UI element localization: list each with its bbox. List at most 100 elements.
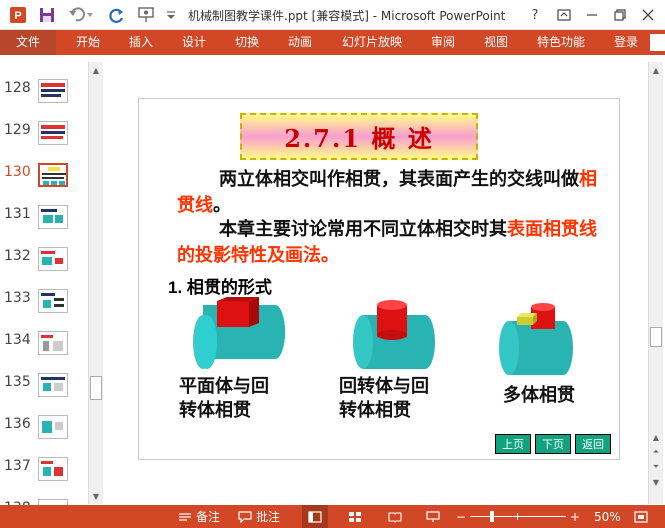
svg-text:P: P — [14, 10, 21, 22]
comments-label: 批注 — [256, 510, 281, 524]
tab-design[interactable]: 设计 — [182, 30, 206, 55]
window-title: 机械制图教学课件.ppt [兼容模式] - Microsoft PowerPoi… — [188, 9, 506, 23]
thumbnail-item[interactable]: 132 — [0, 245, 88, 287]
thumbnail-item[interactable]: 129 — [0, 119, 88, 161]
comments-icon — [238, 510, 252, 523]
thumbnail-number: 128 — [4, 80, 31, 96]
slide-scrollbar[interactable]: ▲ ▲ ⏶ ⏷ ▼ — [648, 62, 663, 504]
thumbnail-item[interactable]: 128 — [0, 77, 88, 119]
restore-icon[interactable] — [609, 4, 631, 26]
slide-thumbnail[interactable] — [38, 415, 68, 439]
slide-title-box[interactable]: 2.7.1 概 述 — [240, 113, 478, 160]
slide-thumbnail-selected[interactable] — [38, 163, 68, 187]
sign-in-link[interactable]: 登录 — [614, 30, 638, 55]
slideshow-view-button[interactable] — [422, 505, 444, 528]
tab-home[interactable]: 开始 — [76, 30, 100, 55]
zoom-slider[interactable] — [470, 505, 566, 528]
thumbnail-number: 135 — [4, 374, 31, 390]
cylinder-cylinder-intersection — [353, 300, 435, 369]
caption-multi-body: 多体相贯 — [503, 384, 575, 408]
thumbnail-item[interactable]: 136 — [0, 413, 88, 455]
thumbnail-number: 130 — [4, 164, 31, 180]
notes-button[interactable]: 备注 — [178, 505, 220, 528]
slide-thumbnail[interactable] — [38, 289, 68, 313]
thumbnail-number: 132 — [4, 248, 31, 264]
scroll-up-icon[interactable]: ▲ — [649, 63, 663, 77]
zoom-level[interactable]: 50% — [594, 505, 621, 528]
ribbon-tab-bar: 文件 开始 插入 设计 切换 动画 幻灯片放映 审阅 视图 特色功能 登录 — [0, 30, 665, 55]
ribbon-display-options-icon[interactable] — [553, 4, 575, 26]
slide-thumbnail-pane: 128 129 130 131 132 133 134 135 136 137 … — [0, 55, 88, 505]
slide-thumbnail[interactable] — [38, 205, 68, 229]
thumbnail-item[interactable]: 135 — [0, 371, 88, 413]
thumbnail-scrollbar[interactable]: ▲ ▼ — [88, 62, 103, 504]
thumbnail-item[interactable]: 133 — [0, 287, 88, 329]
scope-text: 本章主要讨论常用不同立体相交时其 — [219, 219, 507, 240]
tab-transitions[interactable]: 切换 — [235, 30, 259, 55]
scrollbar-thumb[interactable] — [90, 376, 102, 400]
title-bar: P 机械制图教学课件.ppt [兼容模式] - Microsoft PowerP… — [0, 0, 665, 30]
comments-button[interactable]: 批注 — [238, 505, 280, 528]
ribbon-collapse-button[interactable] — [650, 34, 665, 51]
scroll-down-icon[interactable]: ▼ — [89, 489, 103, 503]
zoom-slider-thumb[interactable] — [490, 511, 494, 522]
next-page-button[interactable]: 下页 — [535, 434, 571, 454]
slide-thumbnail[interactable] — [38, 331, 68, 355]
notes-icon — [179, 512, 191, 521]
caption-line: 多体相贯 — [503, 385, 575, 406]
customize-toolbar-icon[interactable] — [162, 5, 180, 25]
tab-view[interactable]: 视图 — [484, 30, 508, 55]
tab-file[interactable]: 文件 — [0, 30, 56, 55]
thumbnail-item[interactable]: 137 — [0, 455, 88, 497]
thumbnail-item[interactable]: 134 — [0, 329, 88, 371]
minimize-icon[interactable] — [581, 4, 603, 26]
previous-slide-icon[interactable]: ⏶ — [649, 445, 663, 459]
prev-page-button[interactable]: 上页 — [495, 434, 531, 454]
multi-body-intersection — [499, 303, 573, 375]
prism-cylinder-intersection — [193, 297, 285, 369]
slide[interactable]: 2.7.1 概 述 两立体相交叫作相贯，其表面产生的交线叫做相贯线。 本章主要讨… — [138, 98, 620, 460]
slide-thumbnail[interactable] — [38, 457, 68, 481]
status-bar: 备注 批注 − + 50% — [0, 505, 665, 528]
thumbnail-number: 131 — [4, 206, 31, 222]
save-icon[interactable] — [36, 5, 58, 25]
slide-thumbnail[interactable] — [38, 121, 68, 145]
tab-review[interactable]: 审阅 — [431, 30, 455, 55]
scope-paragraph: 本章主要讨论常用不同立体相交时其表面相贯线的投影特性及画法。 — [177, 217, 597, 269]
caption-line: 转体相贯 — [179, 400, 251, 421]
scroll-up-icon[interactable]: ▲ — [89, 63, 103, 77]
help-button[interactable]: ? — [524, 4, 546, 26]
thumbnail-number: 136 — [4, 416, 31, 432]
slide-thumbnail[interactable] — [38, 247, 68, 271]
slide-sorter-button[interactable] — [344, 505, 366, 528]
reading-view-button[interactable] — [384, 505, 406, 528]
thumbnail-item[interactable]: 130 — [0, 161, 88, 203]
slide-sorter-icon — [349, 511, 361, 522]
slideshow-start-icon[interactable] — [134, 5, 158, 25]
redo-icon[interactable] — [106, 5, 128, 25]
slide-thumbnail[interactable] — [38, 373, 68, 397]
tab-insert[interactable]: 插入 — [129, 30, 153, 55]
fit-to-window-button[interactable] — [630, 505, 652, 528]
thumbnail-item[interactable]: 138 — [0, 497, 88, 505]
thumbnail-number: 134 — [4, 332, 31, 348]
normal-view-button[interactable] — [302, 505, 328, 528]
tab-features[interactable]: 特色功能 — [537, 30, 585, 55]
zoom-out-button[interactable]: − — [456, 505, 466, 528]
fit-window-icon — [634, 510, 648, 523]
thumbnail-number: 137 — [4, 458, 31, 474]
scroll-down-icon[interactable]: ▼ — [649, 475, 663, 489]
scrollbar-thumb[interactable] — [650, 327, 662, 347]
scroll-up-icon[interactable]: ▲ — [649, 430, 663, 444]
caption-revolution-revolution: 回转体与回 转体相贯 — [339, 375, 429, 423]
slide-thumbnail[interactable] — [38, 79, 68, 103]
thumbnail-item[interactable]: 131 — [0, 203, 88, 245]
close-icon[interactable] — [637, 4, 659, 26]
slideshow-view-icon — [426, 510, 440, 522]
zoom-in-button[interactable]: + — [570, 505, 580, 528]
undo-icon[interactable] — [66, 5, 96, 25]
next-slide-icon[interactable]: ⏷ — [649, 460, 663, 474]
tab-slideshow[interactable]: 幻灯片放映 — [342, 30, 402, 55]
tab-animations[interactable]: 动画 — [288, 30, 312, 55]
back-button[interactable]: 返回 — [575, 434, 611, 454]
